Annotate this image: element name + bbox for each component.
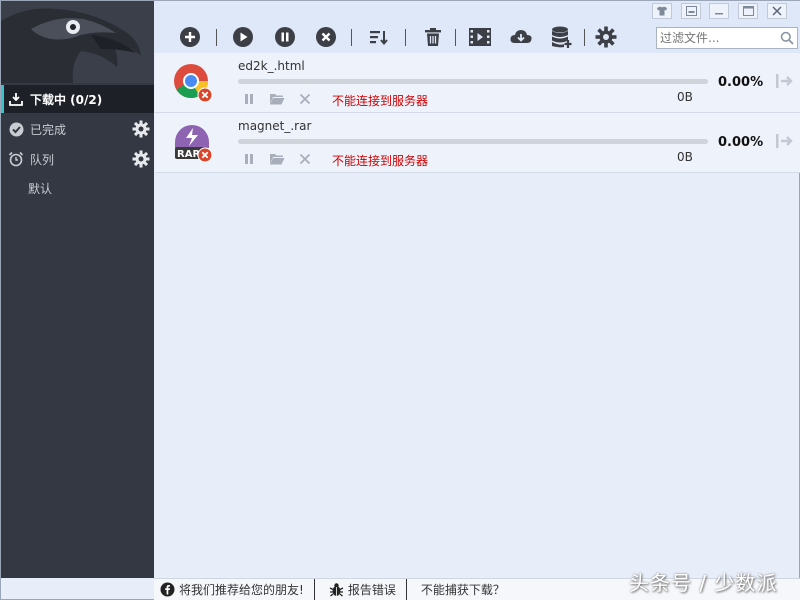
pause-button[interactable] bbox=[273, 25, 297, 49]
error-status: 不能连接到服务器 bbox=[332, 154, 429, 168]
folder-open-icon[interactable] bbox=[269, 91, 285, 107]
sidebar-item-downloading[interactable]: 下载中 (0/2) bbox=[1, 85, 154, 113]
sidebar: 下载中 (0/2) 已完成 队列 默认 bbox=[1, 1, 154, 578]
sidebar-item-completed[interactable]: 已完成 bbox=[1, 115, 154, 143]
open-file-arrow-icon[interactable] bbox=[775, 133, 795, 152]
close-icon[interactable] bbox=[297, 151, 313, 167]
toolbar-separator bbox=[351, 29, 352, 46]
close-icon[interactable] bbox=[297, 91, 313, 107]
download-tray-icon bbox=[7, 90, 25, 108]
maximize-button[interactable] bbox=[738, 3, 758, 19]
error-status: 不能连接到服务器 bbox=[332, 94, 429, 108]
sidebar-item-label: 下载中 (0/2) bbox=[30, 92, 103, 107]
download-row[interactable]: ed2k_.html 0.00% 不能连接到服务器 0B bbox=[155, 53, 800, 113]
progress-percent: 0.00% bbox=[718, 75, 764, 90]
cannot-capture-link[interactable]: 不能捕获下载？ bbox=[407, 579, 515, 600]
progress-bar bbox=[238, 139, 708, 144]
app-window: 下载中 (0/2) 已完成 队列 默认 过滤文件... ed2k_.html 0… bbox=[0, 0, 800, 600]
file-name: ed2k_.html bbox=[238, 59, 305, 73]
gear-icon[interactable] bbox=[132, 120, 150, 141]
bug-icon bbox=[329, 582, 344, 597]
recommend-link[interactable]: 将我们推荐给您的朋友! bbox=[154, 578, 315, 600]
toolbar-separator bbox=[584, 29, 585, 46]
file-name: magnet_.rar bbox=[238, 119, 312, 133]
add-download-button[interactable] bbox=[178, 25, 202, 49]
toolbar-separator bbox=[455, 29, 456, 46]
check-circle-icon bbox=[7, 120, 25, 138]
sidebar-item-queue[interactable]: 队列 bbox=[1, 145, 154, 173]
rar-archive-icon: RAR bbox=[173, 123, 213, 163]
minimize-button[interactable] bbox=[709, 3, 729, 19]
filter-files-input[interactable] bbox=[657, 28, 777, 48]
sidebar-subitem-default-queue[interactable]: 默认 bbox=[28, 180, 52, 197]
toolbar-separator bbox=[216, 29, 217, 46]
report-bug-link[interactable]: 报告错误 bbox=[315, 578, 407, 600]
search-icon[interactable] bbox=[780, 31, 794, 48]
file-size: 0B bbox=[677, 150, 693, 164]
facebook-icon bbox=[160, 582, 175, 597]
filter-search-box bbox=[656, 27, 798, 49]
settings-gear-icon[interactable] bbox=[594, 25, 618, 49]
pause-icon[interactable] bbox=[241, 91, 257, 107]
skin-shirt-icon[interactable] bbox=[652, 3, 672, 19]
progress-bar bbox=[238, 79, 708, 84]
pause-icon[interactable] bbox=[241, 151, 257, 167]
watermark: 头条号 / 少数派 bbox=[629, 571, 778, 595]
gear-icon[interactable] bbox=[132, 150, 150, 171]
alarm-clock-icon bbox=[7, 150, 25, 168]
progress-percent: 0.00% bbox=[718, 135, 764, 150]
cloud-download-icon[interactable] bbox=[509, 25, 533, 49]
video-film-icon[interactable] bbox=[468, 25, 492, 49]
close-button[interactable] bbox=[767, 3, 787, 19]
mini-mode-icon[interactable] bbox=[681, 3, 701, 19]
open-file-arrow-icon[interactable] bbox=[775, 73, 795, 92]
chrome-icon bbox=[173, 63, 213, 103]
download-row[interactable]: RAR magnet_.rar 0.00% 不能连接到服务器 0B bbox=[155, 113, 800, 173]
toolbar-separator bbox=[405, 29, 406, 46]
resume-button[interactable] bbox=[231, 25, 255, 49]
sidebar-item-label: 队列 bbox=[30, 152, 55, 167]
folder-open-icon[interactable] bbox=[269, 151, 285, 167]
stop-button[interactable] bbox=[314, 25, 338, 49]
toolbar bbox=[154, 1, 800, 53]
delete-button[interactable] bbox=[421, 25, 445, 49]
database-icon[interactable] bbox=[550, 25, 574, 49]
row-actions bbox=[241, 91, 313, 107]
sort-down-icon[interactable] bbox=[366, 25, 390, 49]
svg-text:RAR: RAR bbox=[177, 149, 200, 160]
file-size: 0B bbox=[677, 90, 693, 104]
sidebar-item-label: 已完成 bbox=[30, 122, 67, 137]
eagle-logo-icon bbox=[1, 1, 154, 83]
row-actions bbox=[241, 151, 313, 167]
